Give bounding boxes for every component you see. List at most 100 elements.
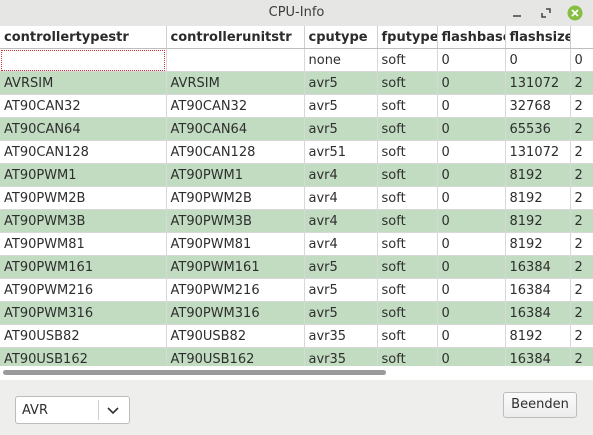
table-row[interactable]: AT90PWM316 AT90PWM316 avr5 soft 0 16384 2 — [0, 301, 593, 325]
table-cell[interactable]: 0 — [437, 255, 506, 279]
table-cell[interactable]: 2 — [570, 255, 593, 279]
table-cell[interactable]: AT90CAN32 — [0, 94, 167, 118]
table-cell[interactable]: AT90PWM3B — [166, 209, 305, 233]
table-row[interactable]: AT90CAN32 AT90CAN32 avr5 soft 0 32768 2 — [0, 94, 593, 118]
close-button[interactable]: Beenden — [503, 392, 577, 418]
table-cell[interactable]: AT90PWM1 — [0, 163, 167, 187]
table-cell[interactable]: 0 — [570, 48, 593, 72]
table-cell[interactable]: 0 — [437, 71, 506, 95]
table-cell[interactable]: 0 — [437, 186, 506, 210]
table-cell[interactable]: 16384 — [505, 301, 571, 325]
table-row[interactable]: AT90PWM1 AT90PWM1 avr4 soft 0 8192 2 — [0, 163, 593, 187]
table-cell[interactable]: AT90PWM81 — [0, 232, 167, 256]
table-cell[interactable]: 2 — [570, 140, 593, 164]
table-cell[interactable]: 8192 — [505, 163, 571, 187]
scrollbar-thumb[interactable] — [3, 370, 386, 375]
table-cell[interactable]: AT90CAN64 — [0, 117, 167, 141]
table-cell[interactable]: 2 — [570, 186, 593, 210]
table-row[interactable]: AT90USB82 AT90USB82 avr35 soft 0 8192 2 — [0, 324, 593, 348]
table-cell[interactable]: soft — [377, 324, 438, 348]
table-cell[interactable]: 2 — [570, 209, 593, 233]
cpu-info-grid[interactable]: controllertypestr controllerunitstr cputyp… — [0, 26, 593, 380]
table-cell[interactable]: 0 — [437, 163, 506, 187]
table-cell[interactable]: AT90PWM216 — [166, 278, 305, 302]
table-cell[interactable]: 65536 — [505, 117, 571, 141]
table-cell[interactable]: soft — [377, 186, 438, 210]
table-cell[interactable] — [166, 48, 305, 72]
table-cell[interactable]: 0 — [505, 48, 571, 72]
column-header[interactable]: flashsize — [505, 26, 571, 49]
table-row[interactable]: AT90PWM216 AT90PWM216 avr5 soft 0 16384 2 — [0, 278, 593, 302]
table-row[interactable]: AT90CAN64 AT90CAN64 avr5 soft 0 65536 2 — [0, 117, 593, 141]
table-cell[interactable]: AT90CAN128 — [166, 140, 305, 164]
table-cell[interactable]: soft — [377, 71, 438, 95]
table-cell[interactable]: 2 — [570, 71, 593, 95]
table-cell[interactable]: soft — [377, 140, 438, 164]
column-header[interactable]: flashbase — [437, 26, 506, 49]
table-cell[interactable]: soft — [377, 48, 438, 72]
table-cell[interactable]: AVRSIM — [0, 71, 167, 95]
table-cell[interactable]: 2 — [570, 94, 593, 118]
table-cell[interactable]: AT90CAN64 — [166, 117, 305, 141]
table-cell[interactable]: 0 — [437, 324, 506, 348]
table-cell[interactable]: 131072 — [505, 140, 571, 164]
table-cell[interactable]: avr4 — [304, 186, 378, 210]
table-cell[interactable]: avr5 — [304, 301, 378, 325]
table-cell[interactable]: 0 — [437, 209, 506, 233]
table-cell[interactable]: avr5 — [304, 117, 378, 141]
table-cell[interactable]: AT90PWM161 — [0, 255, 167, 279]
column-header[interactable]: cputype — [304, 26, 378, 49]
column-header[interactable] — [570, 26, 593, 49]
table-cell[interactable]: 131072 — [505, 71, 571, 95]
table-cell[interactable]: AT90PWM81 — [166, 232, 305, 256]
table-cell[interactable]: 2 — [570, 163, 593, 187]
table-cell[interactable]: 32768 — [505, 94, 571, 118]
horizontal-scrollbar[interactable] — [0, 366, 593, 380]
column-header[interactable]: controllertypestr — [0, 26, 167, 49]
table-cell[interactable]: 2 — [570, 117, 593, 141]
table-row[interactable]: AVRSIM AVRSIM avr5 soft 0 131072 2 — [0, 71, 593, 95]
table-cell[interactable]: soft — [377, 255, 438, 279]
table-cell[interactable]: 8192 — [505, 186, 571, 210]
table-cell[interactable]: AT90USB82 — [0, 324, 167, 348]
table-cell[interactable]: avr4 — [304, 209, 378, 233]
close-icon[interactable] — [566, 4, 584, 22]
table-cell[interactable]: avr51 — [304, 140, 378, 164]
table-cell[interactable]: soft — [377, 301, 438, 325]
table-cell[interactable]: AT90PWM316 — [0, 301, 167, 325]
table-cell[interactable]: avr5 — [304, 278, 378, 302]
table-cell[interactable]: 2 — [570, 324, 593, 348]
table-cell[interactable]: AT90PWM2B — [166, 186, 305, 210]
table-cell[interactable]: 0 — [437, 140, 506, 164]
table-cell[interactable] — [0, 48, 167, 72]
table-row[interactable]: AT90PWM3B AT90PWM3B avr4 soft 0 8192 2 — [0, 209, 593, 233]
architecture-select[interactable]: AVR — [15, 396, 130, 424]
minimize-icon[interactable] — [508, 4, 526, 22]
table-cell[interactable]: soft — [377, 232, 438, 256]
table-cell[interactable]: 2 — [570, 278, 593, 302]
table-cell[interactable]: 0 — [437, 301, 506, 325]
table-cell[interactable]: 16384 — [505, 255, 571, 279]
table-cell[interactable]: AT90PWM316 — [166, 301, 305, 325]
table-cell[interactable]: 0 — [437, 232, 506, 256]
table-cell[interactable]: 2 — [570, 301, 593, 325]
table-cell[interactable]: AT90PWM216 — [0, 278, 167, 302]
table-cell[interactable]: AVRSIM — [166, 71, 305, 95]
table-cell[interactable]: avr5 — [304, 94, 378, 118]
table-row[interactable]: AT90CAN128 AT90CAN128 avr51 soft 0 131072 2 — [0, 140, 593, 164]
maximize-icon[interactable] — [537, 4, 555, 22]
table-row[interactable]: AT90PWM81 AT90PWM81 avr4 soft 0 8192 2 — [0, 232, 593, 256]
table-cell[interactable]: AT90PWM3B — [0, 209, 167, 233]
table-cell[interactable]: soft — [377, 209, 438, 233]
table-cell[interactable]: avr35 — [304, 324, 378, 348]
table-cell[interactable]: soft — [377, 278, 438, 302]
table-cell[interactable]: 0 — [437, 278, 506, 302]
table-cell[interactable]: AT90PWM161 — [166, 255, 305, 279]
table-cell[interactable]: AT90USB82 — [166, 324, 305, 348]
table-cell[interactable]: 8192 — [505, 209, 571, 233]
table-cell[interactable]: soft — [377, 117, 438, 141]
table-cell[interactable]: 2 — [570, 232, 593, 256]
table-cell[interactable]: avr5 — [304, 255, 378, 279]
table-cell[interactable]: avr4 — [304, 163, 378, 187]
table-cell[interactable]: 16384 — [505, 278, 571, 302]
